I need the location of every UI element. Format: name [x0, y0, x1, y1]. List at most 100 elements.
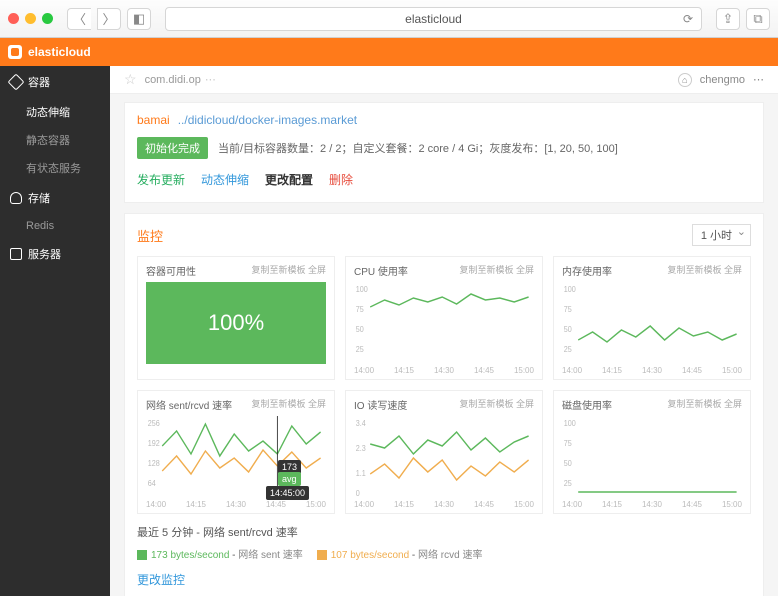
forward-button[interactable]: 〉 — [97, 8, 121, 30]
svg-text:75: 75 — [356, 305, 364, 314]
chart-cpu: CPU 使用率 复制至新模板 全屏 100 75 50 25 14:0014:1514:… — [345, 256, 543, 380]
share-button[interactable]: ⇪ — [716, 8, 740, 30]
svg-text:25: 25 — [564, 479, 572, 488]
chart-xaxis: 14:0014:1514:3014:4515:00 — [354, 500, 534, 509]
svg-text:100: 100 — [356, 285, 368, 294]
storage-icon — [10, 192, 22, 204]
chart-xaxis: 14:0014:1514:3014:4515:00 — [562, 366, 742, 375]
io-write-series — [370, 458, 528, 480]
sidebar-group-storage[interactable]: 存储 — [0, 182, 110, 214]
detail-panel: bamai ../didicloud/docker-images.market … — [124, 102, 764, 203]
svg-text:100: 100 — [564, 285, 576, 294]
back-button[interactable]: 〈 — [67, 8, 91, 30]
svg-text:100: 100 — [564, 419, 576, 428]
svg-text:2.3: 2.3 — [356, 444, 366, 453]
chart-xaxis: 14:0014:1514:3014:4515:00 — [146, 500, 326, 509]
username[interactable]: chengmo — [700, 74, 745, 86]
crumb-path[interactable]: com.didi.op — [145, 74, 201, 86]
window-controls — [8, 13, 53, 24]
user-menu-icon[interactable]: ⋯ — [753, 73, 764, 86]
url-text: elasticloud — [405, 12, 462, 26]
svg-text:50: 50 — [564, 459, 572, 468]
io-read-series — [370, 432, 528, 454]
sidebar-group-container[interactable]: 容器 — [0, 66, 110, 98]
tabs-button[interactable]: ⧉ — [746, 8, 770, 30]
app-header: elasticloud — [0, 38, 778, 66]
chart-availability: 容器可用性 复制至新模板 全屏 100% — [137, 256, 335, 380]
sidebar-toggle-button[interactable]: ◧ — [127, 8, 151, 30]
recent-label: 网络 rcvd 速率 — [418, 550, 482, 561]
sidebar-item-stateful[interactable]: 有状态服务 — [0, 154, 110, 182]
chart-title: CPU 使用率 — [354, 263, 408, 278]
change-monitor-link[interactable]: 更改监控 — [137, 571, 751, 588]
monitor-panel: 监控 1 小时 容器可用性复制至新模板 全屏 100% CPU 使用率复制至新模… — [124, 213, 764, 596]
svg-text:3.4: 3.4 — [356, 419, 367, 428]
chart-actions[interactable]: 复制至新模板 全屏 — [459, 397, 534, 412]
chart-disk: 磁盘使用率复制至新模板 全屏 100755025 14:0014:1514:30… — [553, 390, 751, 514]
svg-text:75: 75 — [564, 305, 572, 314]
chart-actions[interactable]: 复制至新模板 全屏 — [459, 263, 534, 278]
svg-text:50: 50 — [356, 325, 364, 334]
availability-value: 100% — [146, 282, 326, 364]
chart-xaxis: 14:0014:1514:3014:4515:00 — [562, 500, 742, 509]
brand-logo-icon — [8, 45, 22, 59]
cube-icon — [8, 74, 25, 91]
recent-title: 最近 5 分钟 - 网络 sent/rcvd 速率 — [137, 524, 751, 540]
chart-tooltip-time: 14:45:00 — [266, 486, 309, 500]
sidebar-item-static[interactable]: 静态容器 — [0, 126, 110, 154]
cpu-series — [370, 294, 528, 307]
reload-icon[interactable]: ⟳ — [683, 12, 693, 26]
recent-summary: 最近 5 分钟 - 网络 sent/rcvd 速率 173 bytes/seco… — [137, 524, 751, 561]
chart-title: 容器可用性 — [146, 263, 196, 278]
main-content: bamai ../didicloud/docker-images.market … — [110, 94, 778, 596]
sidebar-label: 存储 — [28, 190, 50, 206]
sidebar-item-autoscale[interactable]: 动态伸缩 — [0, 98, 110, 126]
chart-title: 磁盘使用率 — [562, 397, 612, 412]
minimize-window-icon[interactable] — [25, 13, 36, 24]
status-badge: 初始化完成 — [137, 137, 208, 159]
tab-publish[interactable]: 发布更新 — [137, 171, 185, 192]
sidebar-item-redis[interactable]: Redis — [0, 214, 110, 238]
chart-memory: 内存使用率复制至新模板 全屏 100755025 14:0014:1514:30… — [553, 256, 751, 380]
svg-text:64: 64 — [148, 479, 157, 488]
address-bar[interactable]: elasticloud ⟳ — [165, 7, 702, 31]
detail-tabs: 发布更新 动态伸缩 更改配置 删除 — [137, 171, 751, 192]
tab-config[interactable]: 更改配置 — [265, 171, 313, 192]
chart-actions[interactable]: 复制至新模板 全屏 — [251, 263, 326, 278]
chart-xaxis: 14:0014:1514:3014:4515:00 — [354, 366, 534, 375]
home-icon[interactable]: ⌂ — [678, 73, 692, 87]
tab-autoscale[interactable]: 动态伸缩 — [201, 171, 249, 192]
favorite-icon[interactable]: ☆ — [124, 71, 137, 88]
crumb-more-icon[interactable]: ⋯ — [205, 73, 216, 86]
recent-label: 网络 sent 速率 — [238, 550, 302, 561]
top-crumb-bar: ☆ com.didi.op ⋯ ⌂ chengmo ⋯ — [110, 66, 778, 94]
chart-actions[interactable]: 复制至新模板 全屏 — [667, 397, 742, 412]
mem-series — [578, 326, 736, 342]
recent-value: 107 bytes/second — [331, 550, 409, 561]
svg-text:1.1: 1.1 — [356, 469, 366, 478]
time-range-select[interactable]: 1 小时 — [692, 224, 751, 246]
chart-io: IO 读写速度 复制至新模板 全屏 3.4 2.3 1.1 0 14:0014:1514… — [345, 390, 543, 514]
maximize-window-icon[interactable] — [42, 13, 53, 24]
svg-text:192: 192 — [148, 439, 160, 448]
tab-delete[interactable]: 删除 — [329, 171, 353, 192]
chart-title: 网络 sent/rcvd 速率 — [146, 397, 232, 412]
server-icon — [10, 248, 22, 260]
net-sent-series — [162, 424, 320, 456]
svg-text:0: 0 — [356, 489, 360, 498]
monitor-title: 监控 — [137, 226, 163, 245]
chart-actions[interactable]: 复制至新模板 全屏 — [667, 263, 742, 278]
chart-title: 内存使用率 — [562, 263, 612, 278]
status-text: 当前/目标容器数量：2 / 2；自定义套餐：2 core / 4 Gi；灰度发布… — [218, 140, 618, 156]
recent-value: 173 bytes/second — [151, 550, 229, 561]
chart-actions[interactable]: 复制至新模板 全屏 — [251, 397, 326, 412]
sidebar-label: 服务器 — [28, 246, 61, 262]
close-window-icon[interactable] — [8, 13, 19, 24]
sidebar-group-server[interactable]: 服务器 — [0, 238, 110, 270]
svg-text:25: 25 — [356, 345, 364, 354]
chart-title: IO 读写速度 — [354, 397, 407, 412]
project-name[interactable]: bamai — [137, 113, 170, 127]
legend-swatch-green — [137, 550, 147, 560]
image-path[interactable]: ../didicloud/docker-images.market — [178, 113, 357, 127]
svg-text:256: 256 — [148, 419, 160, 428]
